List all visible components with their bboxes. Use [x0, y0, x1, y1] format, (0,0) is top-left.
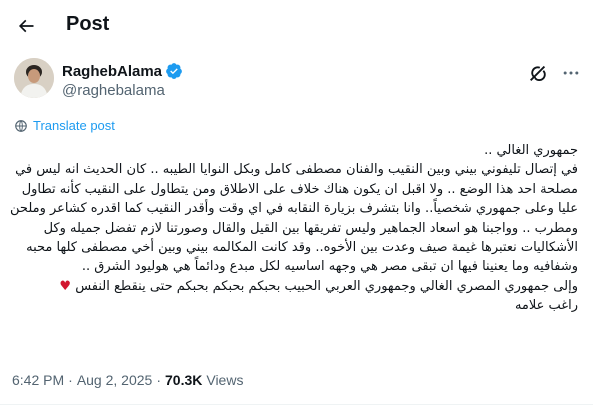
views-label: Views — [206, 372, 244, 388]
page-title: Post — [66, 13, 110, 35]
author-name-row: RaghebAlama — [62, 62, 183, 80]
divider — [0, 404, 593, 405]
post-author: RaghebAlama @raghebalama — [14, 58, 580, 106]
views-count: 70.3K — [165, 372, 203, 388]
author-handle[interactable]: @raghebalama — [62, 82, 165, 99]
translate-post-link[interactable]: Translate post — [14, 118, 115, 133]
avatar[interactable] — [14, 58, 54, 98]
post-line-with-heart: وإلى جمهوري المصري الغالي وجمهوري العربي… — [12, 277, 578, 296]
grok-icon — [530, 65, 546, 81]
back-button[interactable] — [8, 8, 44, 44]
post-line: الأشكاليات نعتبرها غيمة صيف وعدت بين الأ… — [26, 240, 578, 256]
post-time[interactable]: 6:42 PM — [12, 372, 64, 388]
arrow-left-icon — [18, 19, 34, 33]
post-body: جمهوري الغالي .. في إتصال تليفوني بيني و… — [10, 141, 578, 316]
meta-separator: · — [156, 372, 161, 388]
post-line: وإلى جمهوري المصري الغالي وجمهوري العربي… — [75, 278, 578, 294]
post-line: في إتصال تليفوني بيني وبين النقيب والفنا… — [15, 162, 578, 178]
post-line: عليا وعلى جمهوري شخصياً.. وانا بتشرف بزي… — [10, 201, 578, 217]
translate-label: Translate post — [33, 118, 115, 133]
display-name[interactable]: RaghebAlama — [62, 63, 162, 80]
heart-emoji: ♥ — [59, 278, 72, 294]
post-line: مصلحة احد هذا الوضع .. ولا اقبل ان يكون … — [21, 181, 578, 197]
post-line: جمهوري الغالي .. — [484, 143, 578, 158]
more-horizontal-icon — [563, 71, 579, 75]
meta-separator: · — [68, 372, 73, 388]
post-signature: راغب علامه — [514, 298, 578, 314]
verified-badge-icon — [166, 63, 182, 79]
post-line: وشفافيه وما يعنينا فيها ان تبقى مصر هي و… — [81, 259, 578, 275]
post-line: ومطرب .. وواجبنا هو اسعاد الجماهير وليس … — [43, 220, 578, 236]
post-meta: 6:42 PM · Aug 2, 2025 · 70.3K Views — [12, 372, 243, 388]
post-header: Post — [0, 0, 593, 52]
post-date[interactable]: Aug 2, 2025 — [77, 372, 153, 388]
grok-button[interactable] — [527, 62, 549, 84]
globe-icon — [15, 119, 27, 132]
more-button[interactable] — [560, 62, 582, 84]
